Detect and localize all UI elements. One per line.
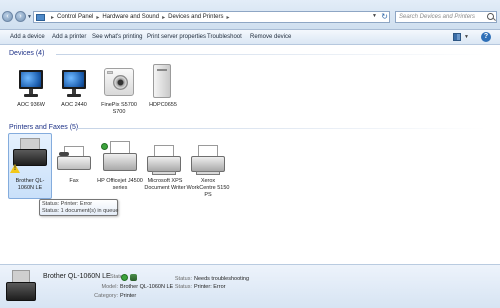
chevron-right-icon[interactable]: ▸: [226, 14, 229, 21]
printers-group-header[interactable]: Printers and Faxes (5): [9, 124, 78, 131]
camera-icon[interactable]: [104, 68, 134, 96]
forward-arrow-icon: ›: [19, 13, 22, 20]
address-field[interactable]: ▸ Control Panel ▸ Hardware and Sound ▸ D…: [33, 11, 390, 23]
help-icon[interactable]: ?: [481, 32, 491, 42]
tooltip-line: Status: Printer: Error: [42, 201, 93, 207]
add-printer-button[interactable]: Add a printer: [52, 34, 86, 40]
details-device-name: Brother QL-1060N LE: [43, 273, 111, 280]
status-label: Status:: [174, 276, 192, 282]
fax-icon[interactable]: [57, 146, 91, 170]
default-printer-check-icon: [101, 143, 108, 150]
printer-status-value: Printer: Error: [194, 284, 226, 290]
refresh-icon[interactable]: ↻: [381, 12, 388, 22]
devices-group-header[interactable]: Devices (4): [9, 50, 44, 57]
view-options-dropdown-icon[interactable]: ▼: [464, 34, 469, 40]
address-bar: ‹ › ▼ ▸ Control Panel ▸ Hardware and Sou…: [0, 0, 500, 30]
device-label[interactable]: HDPC0655: [141, 102, 185, 109]
device-label[interactable]: AOC 2440: [53, 102, 95, 109]
shared-icon: [130, 274, 137, 281]
group-divider: [56, 54, 486, 55]
search-icon[interactable]: [487, 13, 494, 20]
printer-label[interactable]: HP Officejet J4500 series: [97, 178, 143, 192]
printer-label[interactable]: Xerox WorkCentre 5150 PS: [186, 178, 230, 199]
chevron-right-icon[interactable]: ▸: [162, 14, 165, 21]
model-value: Brother QL-1060N LE: [120, 284, 174, 290]
printer-label[interactable]: Fax: [54, 178, 94, 185]
label-printer-icon[interactable]: [13, 138, 47, 166]
details-pane: Brother QL-1060N LE State: Model: Brothe…: [0, 264, 500, 308]
printer-status-label: Status:: [174, 284, 192, 290]
model-label: Model:: [101, 284, 118, 290]
address-dropdown-icon[interactable]: ▼: [372, 13, 377, 19]
back-arrow-icon: ‹: [6, 13, 9, 20]
breadcrumb-hardware-and-sound[interactable]: Hardware and Sound: [102, 14, 159, 20]
device-label[interactable]: AOC 936W: [10, 102, 52, 109]
see-whats-printing-button[interactable]: See what's printing: [92, 34, 143, 40]
chevron-right-icon[interactable]: ▸: [96, 14, 99, 21]
status-tooltip: Status: Printer: Error Status: 1 documen…: [39, 199, 118, 216]
change-view-icon[interactable]: [453, 33, 461, 41]
control-panel-icon: [36, 13, 45, 21]
breadcrumb-devices-and-printers[interactable]: Devices and Printers: [168, 14, 223, 20]
computer-icon[interactable]: [153, 64, 171, 98]
printer-label[interactable]: Microsoft XPS Document Writer: [141, 178, 189, 192]
command-bar: Add a device Add a printer See what's pr…: [0, 30, 500, 45]
back-button[interactable]: ‹: [2, 11, 13, 22]
state-label: State:: [110, 274, 125, 280]
monitor-icon[interactable]: [18, 70, 44, 98]
label-printer-icon: [6, 270, 36, 301]
printer-icon[interactable]: [191, 145, 225, 175]
printer-label[interactable]: Brother QL-1060N LE: [9, 178, 51, 192]
search-input[interactable]: Search Devices and Printers: [395, 11, 497, 23]
printer-icon[interactable]: [103, 141, 137, 171]
status-value: Needs troubleshooting: [194, 276, 250, 282]
device-label[interactable]: FinePix S5700 S700: [96, 102, 142, 116]
warning-icon: !: [10, 164, 20, 173]
ready-check-icon: [121, 274, 128, 281]
category-value: Printer: [120, 293, 137, 299]
group-divider: [76, 128, 486, 129]
category-label: Category:: [94, 293, 118, 299]
recent-pages-dropdown-icon[interactable]: ▼: [27, 14, 32, 20]
search-placeholder: Search Devices and Printers: [399, 14, 476, 20]
print-server-properties-button[interactable]: Print server properties: [147, 34, 206, 40]
tooltip-line: Status: 1 document(s) in queue: [42, 208, 119, 214]
printer-icon[interactable]: [147, 145, 181, 175]
troubleshoot-button[interactable]: Troubleshoot: [207, 34, 242, 40]
add-device-button[interactable]: Add a device: [10, 34, 45, 40]
forward-button[interactable]: ›: [15, 11, 26, 22]
monitor-icon[interactable]: [61, 70, 87, 98]
chevron-right-icon[interactable]: ▸: [51, 14, 54, 21]
breadcrumb-control-panel[interactable]: Control Panel: [57, 14, 93, 20]
remove-device-button[interactable]: Remove device: [250, 34, 291, 40]
